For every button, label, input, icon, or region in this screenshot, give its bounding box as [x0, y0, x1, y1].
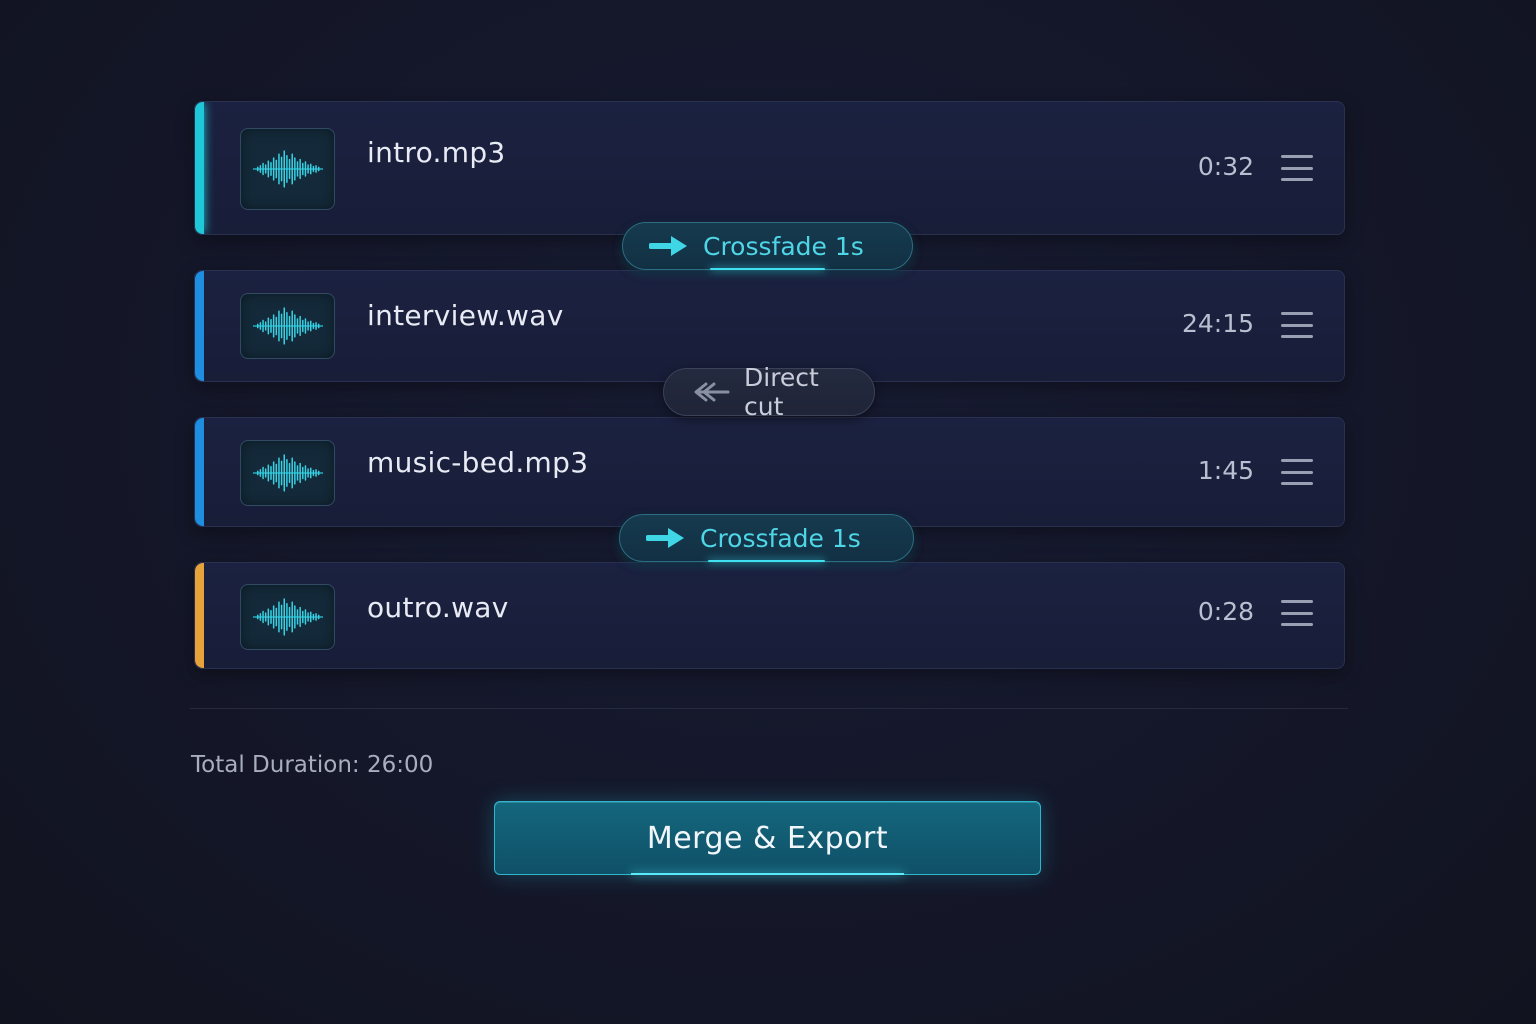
drag-handle-icon[interactable] — [1281, 155, 1313, 181]
transition-label: Crossfade 1s — [703, 231, 864, 261]
track-accent-bar — [195, 102, 204, 234]
track-duration: 0:32 — [1197, 152, 1254, 181]
drag-handle-icon[interactable] — [1281, 312, 1313, 338]
transition-crossfade-1[interactable]: Crossfade 1s — [622, 222, 913, 270]
transition-label: Crossfade 1s — [700, 523, 861, 553]
drag-handle-icon[interactable] — [1281, 459, 1313, 485]
track-filename: interview.wav — [367, 299, 564, 332]
arrow-left-icon — [694, 382, 730, 402]
track-card-music-bed[interactable]: music-bed.mp3 1:45 — [194, 417, 1345, 527]
track-accent-bar — [195, 271, 204, 381]
track-card-intro[interactable]: intro.mp3 0:32 — [194, 101, 1345, 235]
transition-label: Direct cut — [744, 363, 819, 421]
track-card-outro[interactable]: outro.wav 0:28 — [194, 562, 1345, 669]
track-duration: 0:28 — [1197, 597, 1254, 626]
track-filename: outro.wav — [367, 591, 509, 624]
drag-handle-icon[interactable] — [1281, 600, 1313, 626]
arrow-right-icon — [646, 528, 684, 548]
track-accent-bar — [195, 418, 204, 526]
divider — [190, 708, 1348, 709]
transition-crossfade-2[interactable]: Crossfade 1s — [619, 514, 914, 562]
waveform-icon — [240, 440, 335, 506]
track-duration: 1:45 — [1197, 456, 1254, 485]
track-duration: 24:15 — [1181, 309, 1254, 338]
transition-direct-cut[interactable]: Direct cut — [663, 363, 875, 421]
merge-export-button[interactable]: Merge & Export — [494, 801, 1041, 875]
total-duration: Total Duration: 26:00 — [191, 752, 434, 778]
track-filename: music-bed.mp3 — [367, 446, 589, 479]
waveform-icon — [240, 293, 335, 359]
track-filename: intro.mp3 — [367, 136, 506, 169]
waveform-icon — [240, 128, 335, 210]
arrow-right-icon — [649, 236, 687, 256]
track-accent-bar — [195, 563, 204, 668]
waveform-icon — [240, 584, 335, 650]
